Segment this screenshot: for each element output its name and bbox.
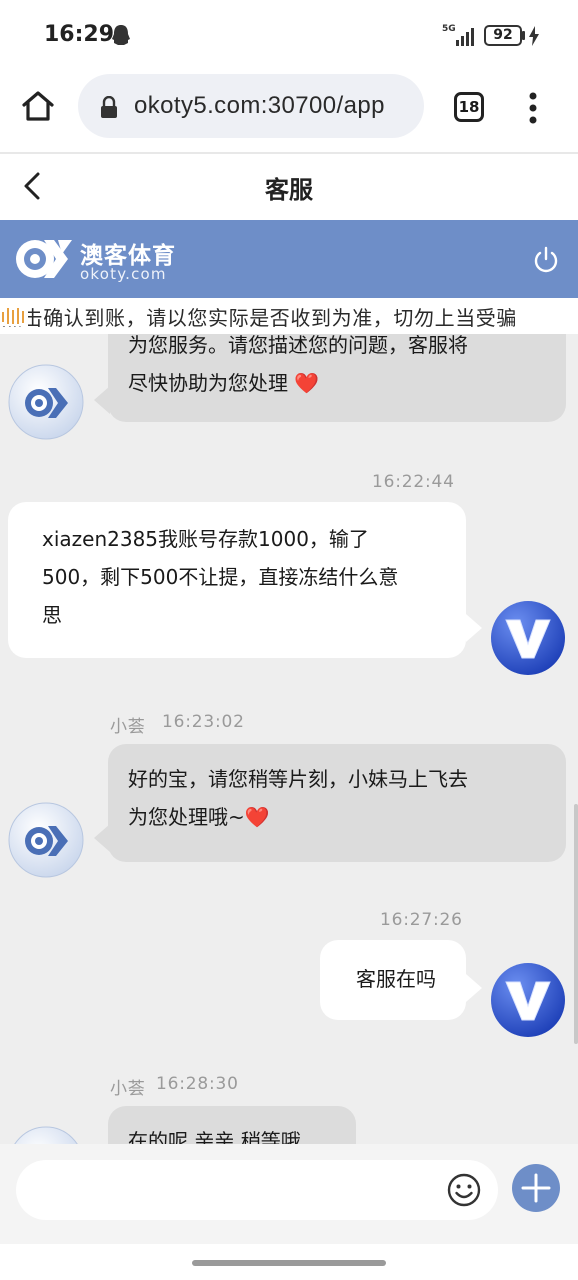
message-line: 好的宝，请您稍等片刻，小妹马上飞去 [128,767,468,791]
message-timestamp: 16:28:30 [156,1074,239,1094]
battery-tip [522,31,525,40]
message-line: 为您处理哦~❤️ [128,805,270,829]
chat-input-bar [0,1144,578,1244]
brand-banner: 澳客体育 okoty.com [0,220,578,298]
message-line: 客服在吗 [356,967,436,991]
message-timestamp: 16:23:02 [162,712,245,732]
plus-icon [521,1173,551,1203]
agent-message-bubble: 在的呢 亲亲 稍等哦 [108,1106,356,1144]
bubble-tail [466,614,482,642]
more-menu-icon[interactable] [522,88,544,128]
brand-domain: okoty.com [80,265,167,283]
agent-avatar [14,1126,78,1144]
battery-level: 92 [484,25,522,46]
user-message-bubble: 客服在吗 [320,940,466,1020]
message-line: 尽快协助为您处理 ❤️ [128,371,320,395]
browser-toolbar: okoty5.com:30700/app 18 [0,72,578,152]
page-header: 客服 [0,154,578,220]
address-bar[interactable]: okoty5.com:30700/app [78,74,424,138]
sender-name: 小荟 [110,1079,146,1099]
agent-message-bubble: 好的宝，请您稍等片刻，小妹马上飞去 为您处理哦~❤️ [108,744,566,862]
message-line: 在的呢 亲亲 稍等哦 [128,1129,301,1144]
agent-avatar [8,802,84,878]
emoji-icon[interactable] [446,1172,482,1208]
agent-message-bubble: 为您服务。请您描述您的问题，客服将 尽快协助为您处理 ❤️ [108,334,566,422]
status-bar: 16:29 5G 92 [0,0,578,72]
notice-marquee: 点击确认到账，请以您实际是否收到为准，切勿上当受骗 [0,298,578,334]
message-timestamp: 16:27:26 [380,910,463,930]
add-attachment-button[interactable] [512,1164,560,1212]
url-text: okoty5.com:30700/app [134,92,385,119]
user-avatar [491,601,565,675]
bubble-tail [94,386,110,414]
sender-name: 小荟 [110,717,146,737]
charging-icon [529,26,539,46]
lock-icon [101,96,117,118]
marquee-text: 点击确认到账，请以您实际是否收到为准，切勿上当受骗 [2,306,517,330]
chat-area[interactable]: 为您服务。请您描述您的问题，客服将 尽快协助为您处理 ❤️ 16:22:44 x… [0,334,578,1144]
message-line: xiazen2385我账号存款1000，输了 [42,527,369,551]
bubble-tail [466,974,482,1002]
message-line: 500，剩下500不让提，直接冻结什么意 [42,565,399,589]
system-nav-area [0,1244,578,1280]
speaker-bars-icon [0,306,28,326]
tab-switcher-button[interactable]: 18 [454,92,484,122]
home-indicator[interactable] [192,1260,386,1266]
message-line: 思 [42,603,62,627]
message-timestamp: 16:22:44 [372,472,455,492]
user-message-bubble: xiazen2385我账号存款1000，输了 500，剩下500不让提，直接冻结… [8,502,466,658]
home-icon[interactable] [20,88,56,124]
brand-logo [16,240,72,278]
bubble-tail [94,824,110,852]
status-time: 16:29 [44,22,115,47]
message-input[interactable] [16,1160,498,1220]
user-avatar [491,963,565,1037]
network-type: 5G [442,24,456,34]
signal-icon [456,28,474,46]
message-line: 为您服务。请您描述您的问题，客服将 [128,334,468,357]
power-icon[interactable] [532,246,560,274]
agent-avatar [8,364,84,440]
page-title: 客服 [265,176,313,204]
scrollbar[interactable] [574,804,578,1044]
qq-notification-icon [112,25,130,45]
